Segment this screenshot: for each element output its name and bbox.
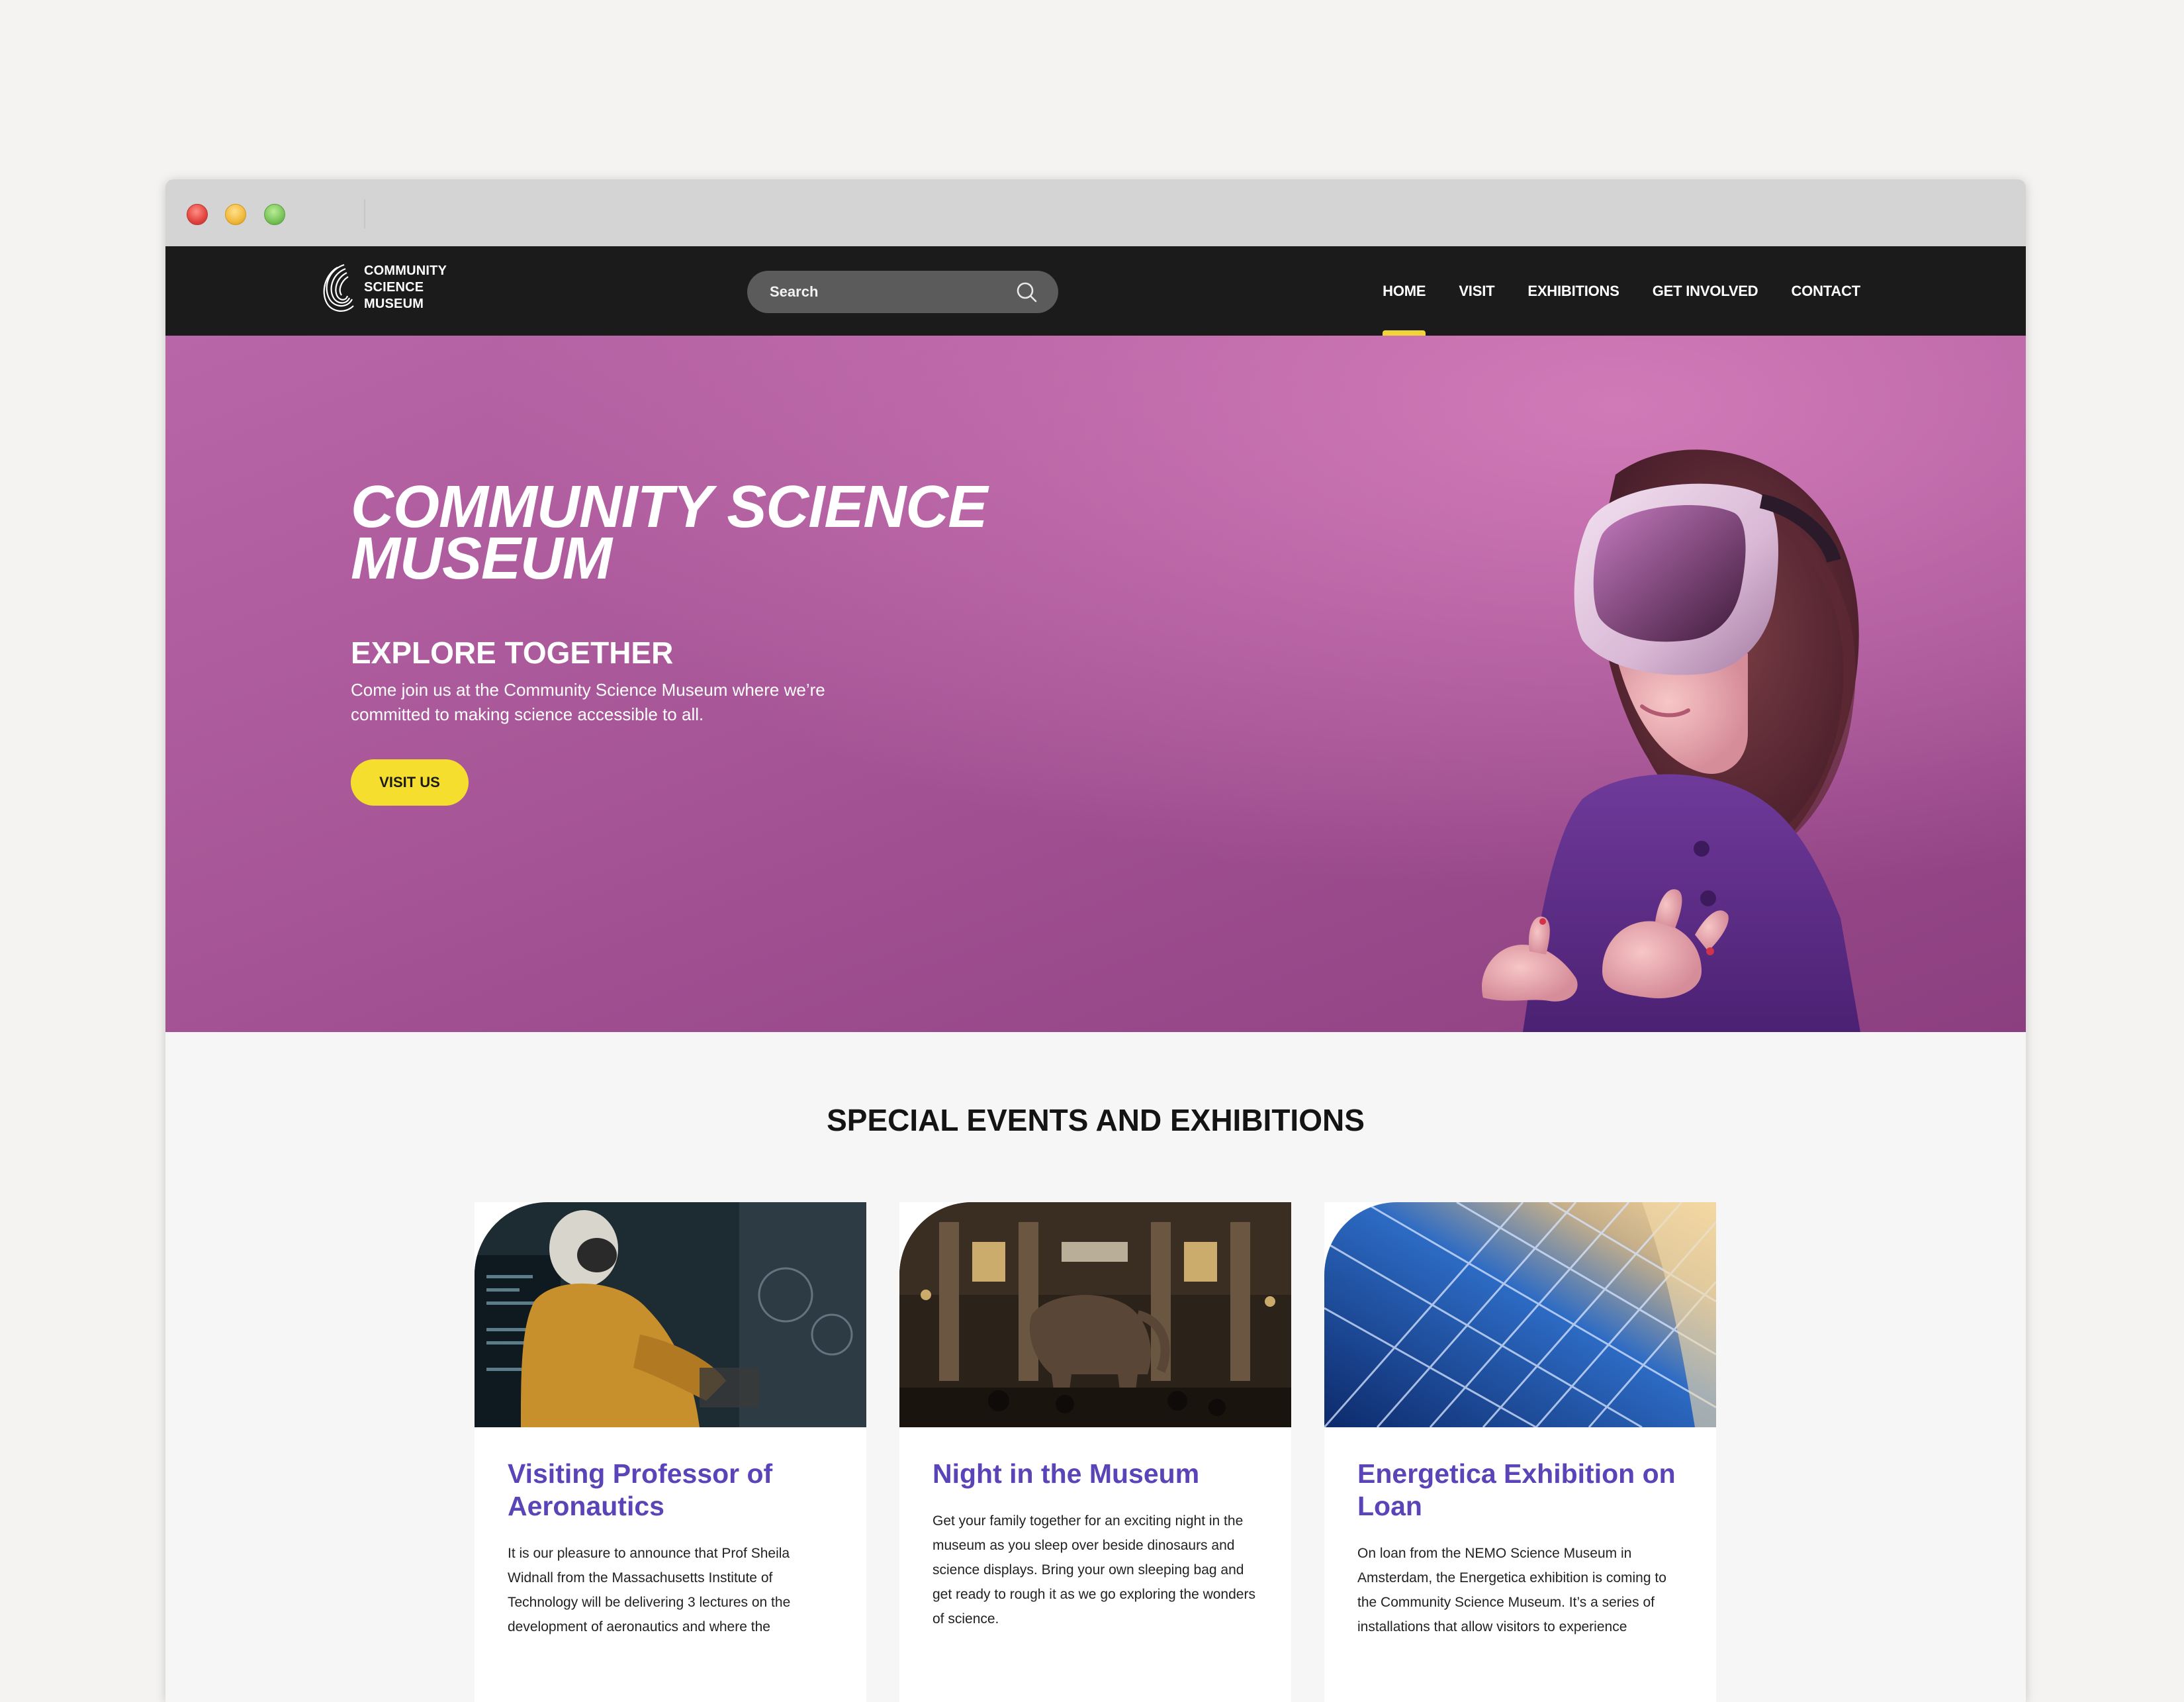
event-card-aeronautics[interactable]: Visiting Professor of Aeronautics It is … xyxy=(475,1202,866,1702)
hero-banner: COMMUNITY SCIENCE MUSEUM EXPLORE TOGETHE… xyxy=(165,336,2026,1032)
menu-item-get-involved[interactable]: GET INVOLVED xyxy=(1653,246,1758,336)
events-section-title: SPECIAL EVENTS AND EXHIBITIONS xyxy=(827,1103,1365,1137)
museum-elephant-image xyxy=(899,1202,1291,1427)
menu-item-home[interactable]: HOME xyxy=(1383,246,1426,336)
event-card-night-museum[interactable]: Night in the Museum Get your family toge… xyxy=(899,1202,1291,1702)
logo-swirl-icon xyxy=(323,263,354,312)
site-logo[interactable]: COMMUNITY SCIENCE MUSEUM xyxy=(318,258,447,316)
titlebar-divider xyxy=(364,199,365,228)
hero-title: COMMUNITY SCIENCE MUSEUM xyxy=(351,474,987,592)
search-bar xyxy=(747,271,1058,313)
menu-item-contact[interactable]: CONTACT xyxy=(1791,246,1860,336)
card-body: On loan from the NEMO Science Museum in … xyxy=(1357,1546,1666,1634)
menu-item-visit[interactable]: VISIT xyxy=(1459,246,1494,336)
logo-line-2: SCIENCE xyxy=(364,279,424,295)
card-title[interactable]: Visiting Professor of Aeronautics xyxy=(508,1458,833,1523)
browser-window: COMMUNITY SCIENCE MUSEUM HOME VISIT EXHI… xyxy=(165,179,2026,1702)
search-input[interactable] xyxy=(770,283,1015,301)
event-card-energetica[interactable]: Energetica Exhibition on Loan On loan fr… xyxy=(1324,1202,1716,1702)
maximize-window-button[interactable] xyxy=(264,204,285,225)
menu-item-exhibitions[interactable]: EXHIBITIONS xyxy=(1527,246,1619,336)
logo-line-1: COMMUNITY xyxy=(364,263,447,278)
card-title[interactable]: Energetica Exhibition on Loan xyxy=(1357,1458,1683,1523)
browser-titlebar xyxy=(165,179,2026,246)
hero-vr-child-image xyxy=(1482,449,1860,1032)
card-title[interactable]: Night in the Museum xyxy=(933,1458,1258,1490)
hero-subtitle: EXPLORE TOGETHER xyxy=(351,636,674,670)
minimize-window-button[interactable] xyxy=(225,204,246,225)
close-window-button[interactable] xyxy=(187,204,208,225)
card-body: Get your family together for an exciting… xyxy=(933,1513,1255,1627)
astronaut-image xyxy=(475,1202,866,1427)
main-menu: HOME VISIT EXHIBITIONS GET INVOLVED CONT… xyxy=(1349,246,1860,336)
logo-text: COMMUNITY SCIENCE MUSEUM xyxy=(364,263,447,312)
visit-us-button[interactable]: VISIT US xyxy=(351,759,469,806)
hero-description: Come join us at the Community Science Mu… xyxy=(351,680,825,724)
event-cards: Visiting Professor of Aeronautics It is … xyxy=(475,1202,1749,1702)
card-body: It is our pleasure to announce that Prof… xyxy=(508,1546,791,1634)
solar-panel-image xyxy=(1324,1202,1716,1427)
search-icon[interactable] xyxy=(1015,280,1038,304)
logo-line-3: MUSEUM xyxy=(364,296,424,311)
site-nav: COMMUNITY SCIENCE MUSEUM HOME VISIT EXHI… xyxy=(165,246,2026,336)
